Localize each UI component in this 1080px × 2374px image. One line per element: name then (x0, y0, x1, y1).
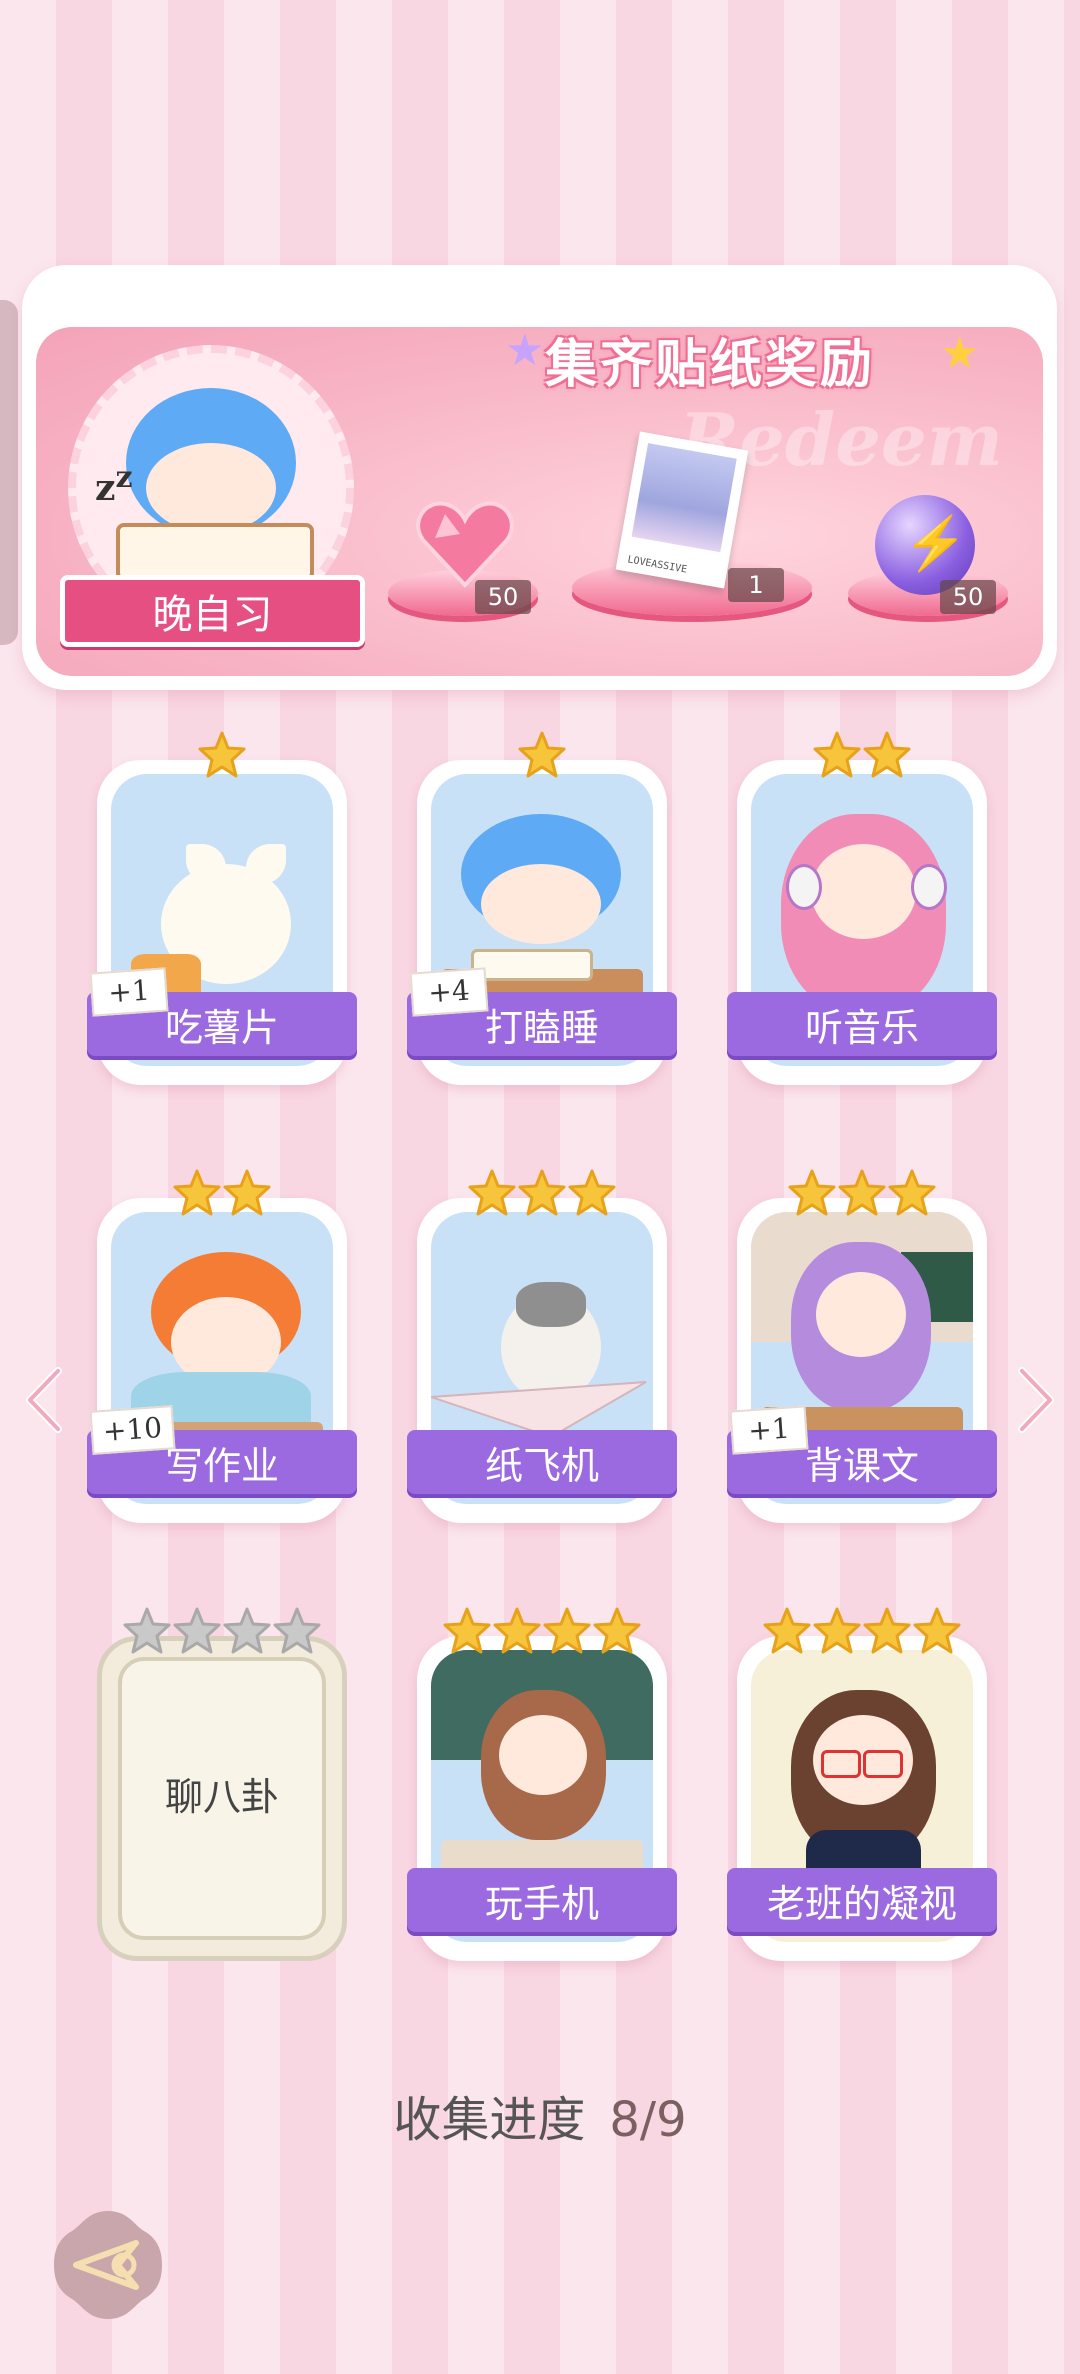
photo-caption: LOVEASSIVE (626, 554, 688, 576)
star-icon (913, 1607, 961, 1654)
card-label: 纸飞机 (407, 1430, 677, 1494)
sticker-card[interactable]: 玩手机 (407, 1606, 677, 1961)
side-drawer-handle[interactable] (0, 300, 18, 645)
bonus-badge: +1 (89, 967, 169, 1017)
star-rating (97, 1606, 347, 1656)
star-icon (493, 1607, 541, 1654)
sleep-z-icon: zz (95, 460, 133, 509)
star-icon (223, 1607, 271, 1654)
bonus-badge: +10 (89, 1405, 176, 1455)
star-icon (593, 1607, 641, 1654)
card-label: 聊八卦 (164, 1775, 279, 1819)
bonus-badge: +1 (729, 1405, 809, 1455)
star-rating (97, 730, 347, 780)
avatar-face (146, 443, 276, 533)
sticker-card[interactable]: 老班的凝视 (727, 1606, 997, 1961)
star-icon (518, 731, 566, 778)
star-icon (223, 1169, 271, 1216)
reward-count: 1 (728, 568, 784, 602)
sticker-card[interactable]: 听音乐 (727, 730, 997, 1085)
sticker-card[interactable]: 打瞌睡 +4 (407, 730, 677, 1085)
progress-label: 收集进度 (393, 2092, 586, 2148)
star-decoration-icon: ★ (505, 325, 545, 376)
star-rating (417, 1168, 667, 1218)
collection-progress: 收集进度 8/9 (0, 2080, 1080, 2150)
card-label: 听音乐 (727, 992, 997, 1056)
prev-page-arrow-icon[interactable] (20, 1365, 70, 1435)
star-decoration-icon: ★ (940, 328, 980, 379)
star-icon (273, 1607, 321, 1654)
star-icon (568, 1169, 616, 1216)
next-page-arrow-icon[interactable] (1010, 1365, 1060, 1435)
star-icon (198, 731, 246, 778)
sticker-card[interactable]: 纸飞机 (407, 1168, 677, 1523)
star-icon (173, 1169, 221, 1216)
star-icon (813, 731, 861, 778)
bonus-badge: +4 (409, 967, 489, 1017)
star-icon (543, 1607, 591, 1654)
card-label: 玩手机 (407, 1868, 677, 1932)
reward-count: 50 (940, 580, 996, 614)
star-icon (813, 1607, 861, 1654)
star-icon (468, 1169, 516, 1216)
star-icon (173, 1607, 221, 1654)
star-rating (97, 1168, 347, 1218)
heart-gem-icon[interactable] (415, 500, 515, 590)
star-icon (863, 731, 911, 778)
sticker-card[interactable]: 背课文 +1 (727, 1168, 997, 1523)
progress-value: 8/9 (609, 2092, 687, 2148)
star-rating (737, 1606, 987, 1656)
back-button[interactable] (48, 2205, 168, 2325)
avatar-label-ribbon: 晚自习 (60, 575, 365, 647)
star-icon (838, 1169, 886, 1216)
star-icon (888, 1169, 936, 1216)
star-icon (443, 1607, 491, 1654)
star-icon (788, 1169, 836, 1216)
star-icon (763, 1607, 811, 1654)
star-icon (123, 1607, 171, 1654)
card-label: 老班的凝视 (727, 1868, 997, 1932)
sticker-card[interactable]: 聊八卦 (97, 1606, 347, 1961)
star-rating (417, 1606, 667, 1656)
star-rating (737, 1168, 987, 1218)
sticker-card[interactable]: 写作业 +10 (87, 1168, 357, 1523)
star-rating (417, 730, 667, 780)
star-icon (863, 1607, 911, 1654)
sticker-card[interactable]: 吃薯片 +1 (87, 730, 357, 1085)
reward-title: 集齐贴纸奖励 (545, 334, 876, 395)
photo-image (631, 443, 737, 553)
reward-count: 50 (475, 580, 531, 614)
star-icon (518, 1169, 566, 1216)
avatar-book (116, 523, 314, 581)
star-rating (737, 730, 987, 780)
